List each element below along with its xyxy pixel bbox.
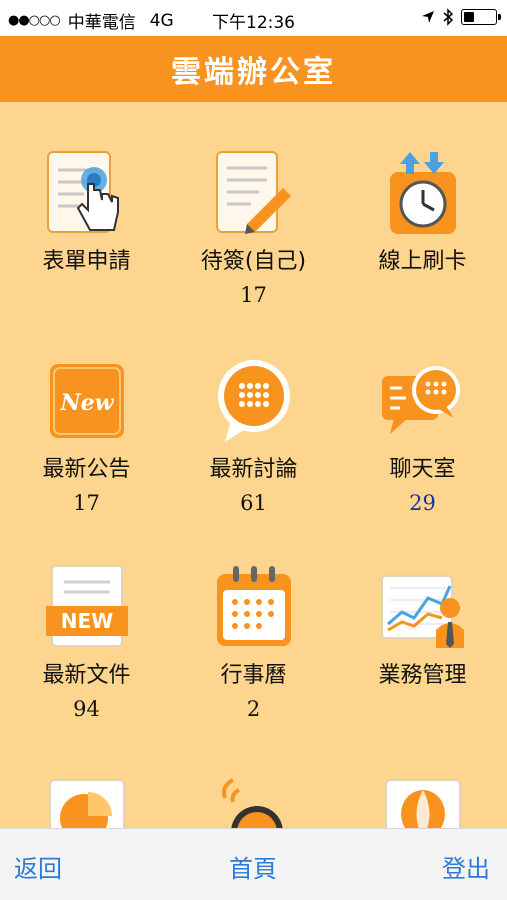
tile-label: 行事曆 bbox=[220, 663, 287, 688]
tile-label: 最新文件 bbox=[42, 663, 131, 688]
page-title: 雲端辦公室 bbox=[171, 55, 336, 90]
bell-icon bbox=[221, 778, 283, 828]
tile-form-application[interactable]: 表單申請 bbox=[2, 150, 171, 282]
new-badge-icon: New bbox=[49, 364, 124, 438]
tile-latest-announcements[interactable]: New 最新公告 17 bbox=[2, 358, 171, 516]
form-touch-icon bbox=[46, 151, 119, 233]
bottom-tab-bar: 返回 首頁 登出 bbox=[0, 828, 507, 900]
tile-pending-sign[interactable]: 待簽(自己) 17 bbox=[169, 150, 338, 308]
tile-report[interactable] bbox=[2, 778, 171, 828]
tile-business-management[interactable]: 業務管理 bbox=[338, 564, 507, 696]
logout-button[interactable]: 登出 bbox=[442, 849, 490, 884]
tile-count: 29 bbox=[409, 491, 436, 515]
tile-label: 待簽(自己) bbox=[200, 249, 307, 274]
back-button[interactable]: 返回 bbox=[14, 849, 62, 884]
tile-latest-documents[interactable]: NEW 最新文件 94 bbox=[2, 564, 171, 722]
chat-bubble-icon bbox=[217, 360, 290, 442]
tile-count: 2 bbox=[246, 697, 261, 721]
tile-count: 17 bbox=[240, 283, 267, 307]
business-chart-icon bbox=[380, 575, 464, 648]
tile-label: 最新公告 bbox=[42, 457, 131, 482]
tile-chatroom[interactable]: 聊天室 29 bbox=[338, 358, 507, 516]
battery-icon bbox=[461, 9, 501, 25]
clock-arrows-icon bbox=[389, 152, 456, 234]
location-arrow-icon bbox=[422, 11, 434, 23]
tile-label: 最新討論 bbox=[209, 457, 298, 482]
bluetooth-icon bbox=[443, 8, 453, 26]
status-bar: ●●○○○ 中華電信 4G 下午12:36 bbox=[0, 0, 507, 36]
calendar-icon bbox=[216, 566, 291, 646]
tile-latest-discussions[interactable]: 最新討論 61 bbox=[169, 358, 338, 516]
tile-label: 線上刷卡 bbox=[378, 249, 467, 274]
balloon-icon bbox=[384, 779, 461, 828]
app-header: 雲端辦公室 bbox=[0, 36, 507, 102]
document-pencil-icon bbox=[215, 151, 291, 234]
tile-count: 17 bbox=[73, 491, 100, 515]
tile-online-punch[interactable]: 線上刷卡 bbox=[338, 150, 507, 282]
home-button[interactable]: 首頁 bbox=[229, 849, 277, 884]
tile-notification[interactable] bbox=[169, 778, 338, 828]
new-document-icon: NEW bbox=[45, 565, 128, 647]
chatroom-icon bbox=[381, 366, 460, 434]
pie-chart-icon bbox=[48, 779, 125, 828]
battery-level bbox=[464, 12, 475, 22]
svg-text:NEW: NEW bbox=[60, 609, 112, 633]
function-grid: 表單申請 待簽(自己) 17 線上刷卡 New 最新公告 17 最新討論 61 … bbox=[0, 102, 507, 828]
tile-calendar[interactable]: 行事曆 2 bbox=[169, 564, 338, 722]
tile-label: 表單申請 bbox=[42, 249, 131, 274]
tile-count: 61 bbox=[240, 491, 267, 515]
tile-count: 94 bbox=[73, 697, 100, 721]
svg-text:New: New bbox=[59, 390, 114, 416]
tile-label: 業務管理 bbox=[378, 663, 467, 688]
tile-label: 聊天室 bbox=[389, 457, 456, 482]
tile-activities[interactable] bbox=[338, 778, 507, 828]
